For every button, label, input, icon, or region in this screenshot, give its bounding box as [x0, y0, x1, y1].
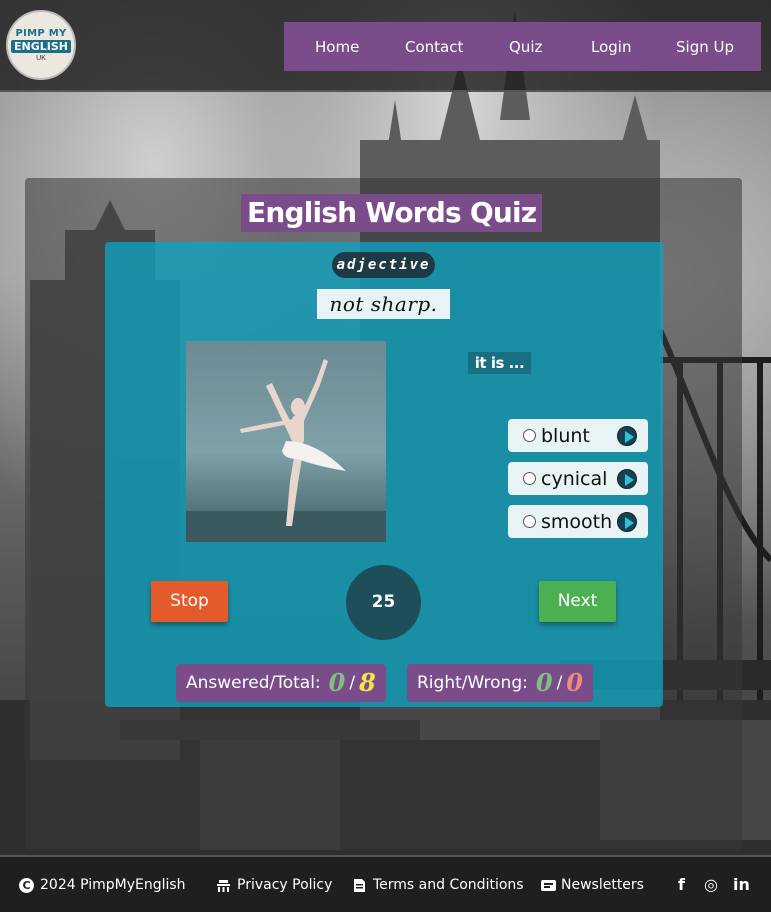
question-prompt: it is ...: [468, 352, 531, 374]
definition-text: not sharp.: [317, 289, 450, 319]
answer-option-smooth[interactable]: smooth: [508, 505, 648, 538]
terms-link[interactable]: Terms and Conditions: [352, 877, 524, 893]
privacy-label: Privacy Policy: [237, 877, 333, 893]
answer-word: blunt: [541, 424, 590, 447]
privacy-icon: [216, 878, 231, 893]
nav-signup[interactable]: Sign Up: [676, 38, 734, 56]
radio-button[interactable]: [523, 472, 536, 485]
next-button[interactable]: Next: [539, 581, 616, 622]
site-footer: C 2024 PimpMyEnglish Privacy Policy Term…: [0, 855, 771, 912]
newsletter-icon: [540, 878, 556, 893]
answered-count: 0: [328, 668, 346, 697]
newsletters-link[interactable]: Newsletters: [540, 877, 644, 893]
instagram-icon[interactable]: ◎: [704, 875, 718, 894]
wrong-count: 0: [566, 668, 583, 697]
play-audio-icon[interactable]: [617, 511, 637, 532]
nav-login[interactable]: Login: [591, 38, 631, 56]
document-icon: [352, 878, 367, 893]
radio-button[interactable]: [523, 429, 536, 442]
quiz-illustration: [186, 341, 386, 542]
answer-option-cynical[interactable]: cynical: [508, 462, 648, 495]
right-wrong-box: Right/Wrong: 0 / 0: [407, 664, 593, 702]
answer-word: smooth: [541, 510, 613, 533]
answer-option-blunt[interactable]: blunt: [508, 419, 648, 452]
copyright-icon: C: [19, 877, 34, 893]
main-nav: Home Contact Quiz Login Sign Up: [284, 22, 761, 71]
nav-quiz[interactable]: Quiz: [509, 38, 542, 56]
answered-total-box: Answered/Total: 0 / 8: [176, 664, 386, 702]
logo-text-line3: UK: [36, 54, 46, 62]
answered-total-label: Answered/Total:: [186, 673, 321, 693]
linkedin-icon[interactable]: in: [733, 875, 750, 894]
nav-contact[interactable]: Contact: [405, 38, 463, 56]
nav-home[interactable]: Home: [315, 38, 359, 56]
total-count: 8: [359, 668, 376, 697]
part-of-speech-badge: adjective: [332, 252, 435, 278]
separator: /: [349, 673, 356, 693]
play-audio-icon[interactable]: [617, 468, 637, 489]
logo-text-line1: PIMP MY: [15, 27, 67, 39]
separator: /: [556, 673, 563, 693]
countdown-timer: 25: [346, 565, 421, 640]
privacy-policy-link[interactable]: Privacy Policy: [216, 877, 332, 893]
quiz-title: English Words Quiz: [241, 194, 543, 232]
site-logo[interactable]: PIMP MY ENGLISH UK: [6, 10, 76, 80]
logo-text-line2: ENGLISH: [11, 39, 71, 53]
facebook-icon[interactable]: f: [678, 875, 685, 894]
site-header: PIMP MY ENGLISH UK Home Contact Quiz Log…: [0, 0, 771, 92]
copyright-text: 2024 PimpMyEnglish: [40, 877, 186, 893]
right-wrong-label: Right/Wrong:: [417, 673, 528, 693]
radio-button[interactable]: [523, 515, 536, 528]
play-audio-icon[interactable]: [617, 425, 637, 446]
copyright: C 2024 PimpMyEnglish: [19, 877, 186, 893]
terms-label: Terms and Conditions: [373, 877, 524, 893]
right-count: 0: [535, 668, 553, 697]
newsletters-label: Newsletters: [561, 877, 644, 893]
answer-word: cynical: [541, 467, 608, 490]
stop-button[interactable]: Stop: [151, 581, 228, 622]
